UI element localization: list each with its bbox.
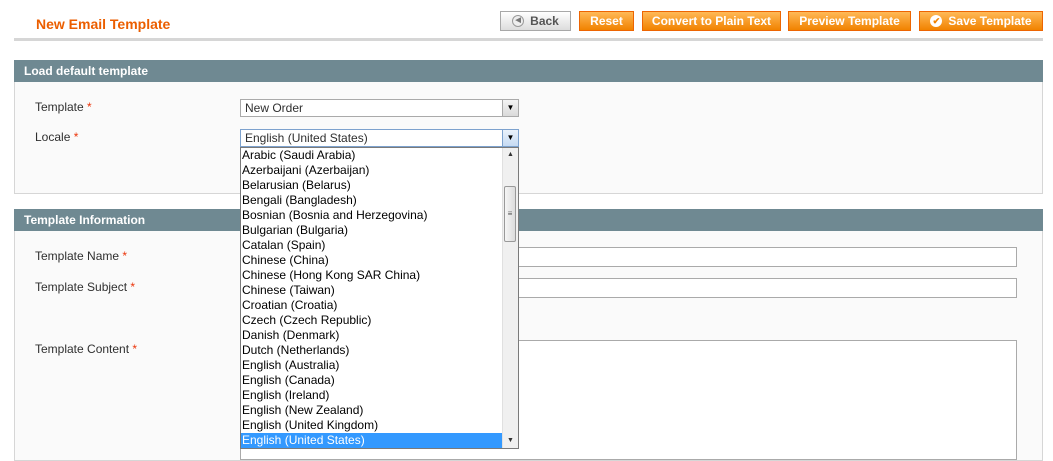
preview-button-label: Preview Template [799,14,900,28]
locale-option[interactable]: English (United Kingdom) [241,418,503,433]
convert-button-label: Convert to Plain Text [651,14,772,28]
required-mark: * [130,280,136,294]
chevron-down-icon[interactable]: ▼ [502,100,518,116]
save-template-button[interactable]: ✔ Save Template [919,11,1043,31]
template-subject-label: Template Subject * [35,280,135,294]
locale-option[interactable]: English (United States) [241,433,503,448]
template-name-label: Template Name * [35,249,127,263]
locale-label: Locale * [35,130,78,144]
convert-to-plain-text-button[interactable]: Convert to Plain Text [642,11,781,31]
preview-template-button[interactable]: Preview Template [788,11,911,31]
back-button-label: Back [530,14,559,28]
title-divider [14,38,1043,41]
locale-label-text: Locale [35,130,71,144]
template-information-header: Template Information [14,209,1043,231]
save-check-icon: ✔ [930,15,943,27]
locale-option[interactable]: Dutch (Netherlands) [241,343,503,358]
locale-option[interactable]: Belarusian (Belarus) [241,178,503,193]
back-button[interactable]: ◀ Back [500,11,571,31]
locale-option[interactable]: Catalan (Spain) [241,238,503,253]
page-title: New Email Template [36,16,171,32]
locale-options: Arabic (Saudi Arabia) Azerbaijani (Azerba… [241,148,503,448]
template-select-value: New Order [245,101,304,115]
required-mark: * [132,342,138,356]
scrollbar-thumb[interactable]: ≡ [504,186,516,242]
template-name-label-text: Template Name [35,249,120,263]
chevron-down-icon[interactable]: ▼ [502,130,518,146]
template-content-label: Template Content * [35,342,137,356]
template-subject-label-text: Template Subject [35,280,128,294]
locale-option[interactable]: English (Ireland) [241,388,503,403]
locale-option[interactable]: Croatian (Croatia) [241,298,503,313]
locale-option[interactable]: Chinese (China) [241,253,503,268]
locale-option[interactable]: Arabic (Saudi Arabia) [241,148,503,163]
template-label: Template * [35,100,92,114]
locale-option[interactable]: Chinese (Hong Kong SAR China) [241,268,503,283]
save-button-label: Save Template [948,14,1032,28]
locale-select-value: English (United States) [245,131,368,145]
locale-option[interactable]: Bengali (Bangladesh) [241,193,503,208]
back-arrow-icon: ◀ [512,15,525,27]
locale-option[interactable]: English (Canada) [241,373,503,388]
locale-option[interactable]: Danish (Denmark) [241,328,503,343]
required-mark: * [122,249,128,263]
locale-option[interactable]: Bosnian (Bosnia and Herzegovina) [241,208,503,223]
load-default-template-header: Load default template [14,60,1043,82]
locale-option[interactable]: Czech (Czech Republic) [241,313,503,328]
locale-option[interactable]: Azerbaijani (Azerbaijan) [241,163,503,178]
locale-dropdown-list[interactable]: Arabic (Saudi Arabia) Azerbaijani (Azerba… [240,147,519,449]
scroll-up-arrow-icon[interactable]: ▲ [503,148,518,162]
scroll-down-arrow-icon[interactable]: ▼ [503,434,518,448]
required-mark: * [87,100,92,114]
reset-button-label: Reset [590,14,623,28]
locale-select[interactable]: English (United States) ▼ [240,129,519,147]
template-select[interactable]: New Order ▼ [240,99,519,117]
reset-button[interactable]: Reset [579,11,634,31]
locale-option[interactable]: English (Australia) [241,358,503,373]
load-default-template-body [14,82,1043,194]
template-content-label-text: Template Content [35,342,130,356]
template-label-text: Template [35,100,84,114]
locale-option[interactable]: Chinese (Taiwan) [241,283,503,298]
locale-option[interactable]: English (New Zealand) [241,403,503,418]
required-mark: * [73,130,79,144]
locale-option[interactable]: Bulgarian (Bulgaria) [241,223,503,238]
dropdown-scrollbar[interactable]: ▲ ≡ ▼ [502,148,518,448]
